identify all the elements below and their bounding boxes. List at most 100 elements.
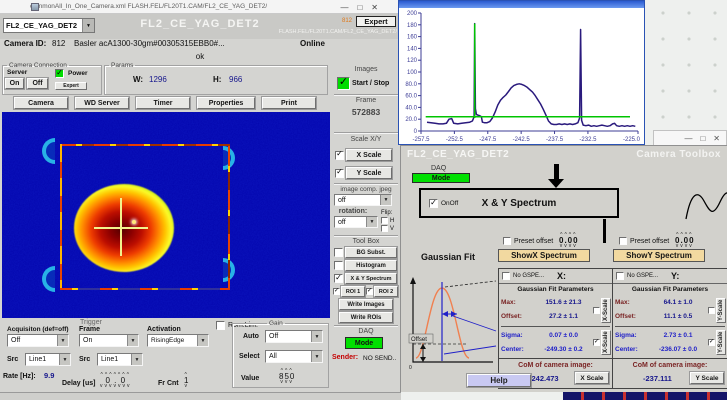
width-label: W:	[133, 75, 143, 84]
gaussian-fit-table: No GSPE... X: Gaussian Fit Parameters Ma…	[498, 268, 727, 389]
online-status: Online	[300, 39, 325, 48]
no-gspe-x-checkbox[interactable]	[502, 272, 510, 280]
properties-button[interactable]: Properties	[197, 97, 255, 109]
daq-mode-button[interactable]: Mode	[345, 337, 383, 349]
no-gspe-y-label: No GSPE...	[627, 273, 658, 279]
acquisition-label: Acquisiton (def=off)	[7, 326, 69, 333]
rotation-select[interactable]: off▼	[334, 216, 378, 228]
y-scale-checkbox[interactable]	[335, 169, 344, 178]
expert-button[interactable]: Expert	[356, 16, 396, 27]
roi2-button[interactable]: ROI 2	[374, 286, 398, 297]
camera-image[interactable]	[2, 112, 330, 318]
frcnt-spinner[interactable]: 1	[184, 373, 189, 388]
minimize-icon[interactable]: —	[340, 3, 348, 12]
minimize-icon[interactable]: —	[684, 134, 692, 143]
center-label: Center:	[501, 346, 533, 353]
center-y-value: -236.07 ± 0.0	[647, 346, 709, 353]
plot-titlebar[interactable]	[399, 1, 644, 8]
timer-button[interactable]: Timer	[136, 97, 190, 109]
camera-button[interactable]: Camera	[14, 97, 68, 109]
power-expert-button[interactable]: Expert	[55, 82, 87, 90]
y-scale-top-button[interactable]: Y-Scale	[716, 298, 726, 323]
params-legend: Params	[109, 62, 135, 69]
frcnt-label: Fr Cnt	[158, 380, 179, 387]
write-images-button[interactable]: Write Images	[339, 299, 393, 310]
toolbox-header: FL2_CE_YAG_DET2 Camera Toolbox	[401, 146, 727, 164]
daq-label: DAQ	[331, 328, 401, 335]
com-x-value: -242.473	[529, 374, 559, 383]
acquisition-select[interactable]: Off▼	[7, 334, 69, 347]
scale-xy-label: Scale X/Y	[331, 136, 401, 143]
bg-subst-checkbox[interactable]	[334, 248, 343, 257]
chevron-down-icon[interactable]: ▼	[311, 351, 322, 362]
close-icon[interactable]: ✕	[713, 134, 720, 143]
showy-spectrum-button[interactable]: ShowY Spectrum	[613, 249, 705, 262]
start-stop-checkbox[interactable]	[337, 77, 350, 90]
write-rois-button[interactable]: Write ROIs	[339, 312, 393, 323]
showx-spectrum-button[interactable]: ShowX Spectrum	[498, 249, 590, 262]
flip-h-checkbox[interactable]	[381, 217, 388, 224]
chevron-down-icon[interactable]: ▼	[131, 354, 142, 365]
close-icon[interactable]: ✕	[371, 3, 378, 12]
y-scale-top-checkbox[interactable]	[708, 307, 715, 314]
histogram-checkbox[interactable]	[334, 261, 343, 270]
maximize-icon[interactable]: □	[357, 3, 362, 12]
rate-value: 9.9	[44, 371, 54, 380]
gain-value-spinner[interactable]: 850	[279, 369, 295, 384]
no-gspe-y-checkbox[interactable]	[616, 272, 624, 280]
maximize-icon[interactable]: □	[700, 134, 705, 143]
activation-select[interactable]: RisingEdge▼	[147, 334, 209, 347]
fit-column-y: No GSPE... Y: Gaussian Fit Parameters Ma…	[613, 269, 727, 388]
chevron-down-icon[interactable]: ▼	[127, 335, 138, 346]
src2-select[interactable]: Line1▼	[97, 353, 143, 366]
bg-subst-button[interactable]: BG Subst.	[345, 247, 397, 258]
chevron-down-icon[interactable]: ▼	[57, 335, 68, 346]
src1-select[interactable]: Line1▼	[25, 353, 71, 366]
y-scale-bottom-checkbox[interactable]	[708, 339, 715, 346]
preset-offset-y-spinner[interactable]: 0.00	[675, 233, 695, 248]
wd-server-button[interactable]: WD Server	[75, 97, 129, 109]
y-scale-bottom-button[interactable]: Y-Scale	[716, 330, 726, 355]
max-x-value: 151.6 ± 21.3	[533, 299, 594, 306]
xy-spectrum-button[interactable]: X & Y Spectrum	[345, 273, 397, 284]
x-scale-bottom-button[interactable]: X-Scale	[601, 330, 611, 355]
com-y-scale-button[interactable]: Y Scale	[690, 372, 724, 384]
delay-spinner[interactable]: 0 . 0	[100, 373, 132, 388]
src1-label: Src	[7, 356, 18, 363]
x-scale-checkbox[interactable]	[335, 151, 344, 160]
power-checkbox[interactable]	[55, 69, 64, 78]
image-comp-select[interactable]: off▼	[334, 194, 392, 206]
histogram-button[interactable]: Histogram	[345, 260, 397, 271]
flip-v-checkbox[interactable]	[381, 225, 388, 232]
frame-trigger-select[interactable]: On▼	[79, 334, 139, 347]
toolbox-daq-mode[interactable]: Mode	[412, 173, 470, 183]
com-x-scale-button[interactable]: X Scale	[575, 372, 609, 384]
roi1-button[interactable]: ROI 1	[341, 286, 365, 297]
chevron-down-icon[interactable]: ▼	[197, 335, 208, 346]
preset-offset-x-spinner[interactable]: 0.00	[559, 233, 579, 248]
preset-offset-y-label: Preset offset	[630, 238, 669, 245]
y-scale-button[interactable]: Y Scale	[346, 167, 392, 179]
romlim-checkbox[interactable]	[216, 321, 225, 330]
roi2-checkbox[interactable]	[366, 288, 373, 295]
roi1-checkbox[interactable]	[333, 288, 340, 295]
x-scale-top-button[interactable]: X-Scale	[601, 298, 611, 323]
chevron-down-icon[interactable]: ▼	[366, 217, 377, 227]
xy-spectrum-checkbox[interactable]	[334, 274, 343, 283]
print-button[interactable]: Print	[262, 97, 316, 109]
preset-offset-y-checkbox[interactable]	[619, 237, 627, 245]
server-on-button[interactable]: On	[5, 78, 24, 89]
chevron-down-icon[interactable]: ▼	[311, 331, 322, 342]
preset-offset-x-checkbox[interactable]	[503, 237, 511, 245]
help-button[interactable]: Help	[467, 374, 531, 387]
gain-auto-select[interactable]: Off ▼	[265, 330, 323, 343]
gain-auto-value: Off	[269, 333, 278, 340]
gain-select-select[interactable]: All▼	[265, 350, 323, 363]
chevron-down-icon[interactable]: ▼	[380, 195, 391, 205]
x-scale-button[interactable]: X Scale	[346, 149, 392, 161]
x-scale-top-checkbox[interactable]	[593, 307, 600, 314]
x-scale-bottom-checkbox[interactable]	[593, 339, 600, 346]
server-off-button[interactable]: Off	[27, 78, 48, 89]
hot-pixel	[132, 220, 136, 224]
chevron-down-icon[interactable]: ▼	[59, 354, 70, 365]
